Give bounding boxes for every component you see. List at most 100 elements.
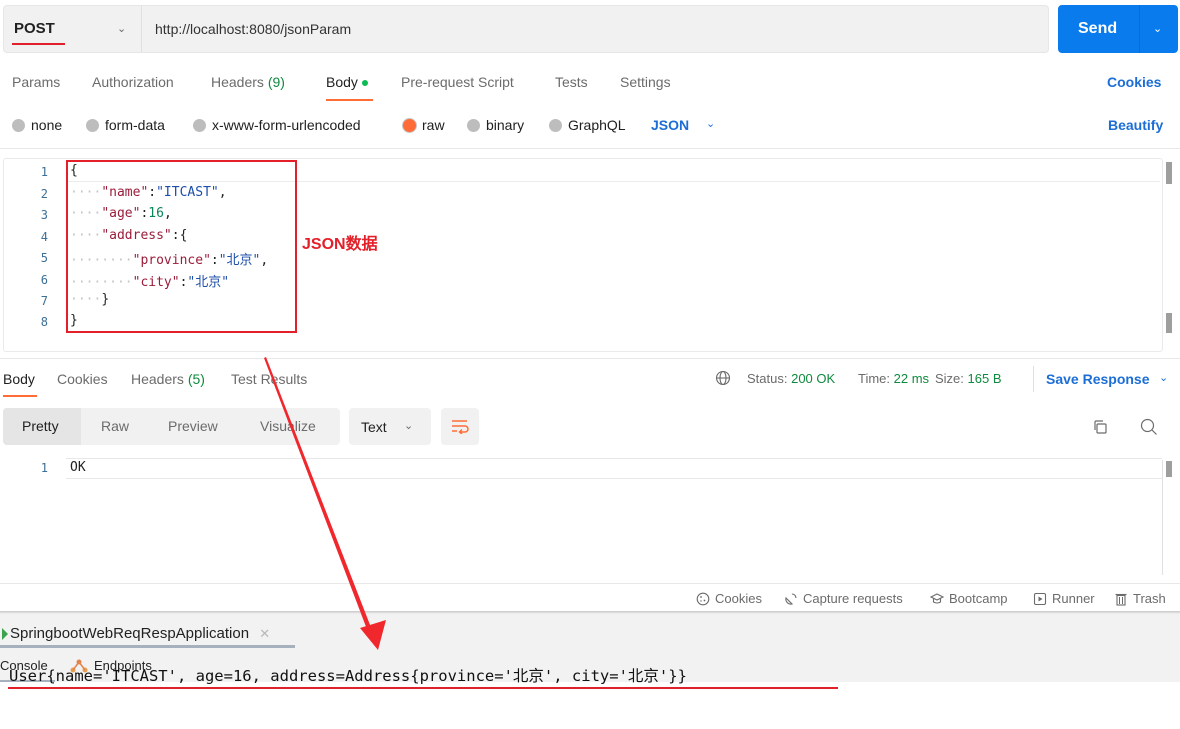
radio-label: GraphQL [568, 117, 626, 133]
search-icon[interactable] [1140, 418, 1158, 441]
radio-selected-icon [403, 118, 416, 132]
line-number: 2 [40, 187, 48, 201]
radio-none[interactable]: none [12, 117, 62, 133]
divider [66, 458, 1162, 459]
tab-params[interactable]: Params [12, 74, 60, 90]
chevron-down-icon[interactable]: ⌄ [117, 22, 126, 35]
arrow-shaft [264, 357, 372, 632]
spring-run-icon [2, 628, 8, 640]
active-tab-underline [3, 395, 37, 397]
radio-x-www-form-urlencoded[interactable]: x-www-form-urlencoded [193, 117, 361, 133]
response-time: Time: 22 ms [858, 371, 929, 386]
run-tab-label: SpringbootWebReqRespApplication [10, 625, 250, 642]
status-label: Status: [747, 371, 788, 386]
footer-bootcamp-label: Bootcamp [949, 591, 1008, 606]
chevron-down-icon[interactable]: ⌄ [404, 419, 413, 432]
method-select[interactable]: POST [14, 20, 55, 37]
tab-pre-request-script[interactable]: Pre-request Script [401, 74, 514, 90]
size-value: 165 B [967, 371, 1002, 386]
radio-icon [467, 118, 480, 132]
body-indicator-dot [361, 80, 368, 87]
response-format-label[interactable]: Text [361, 419, 387, 435]
cookie-icon [696, 592, 710, 605]
active-tab-underline [326, 99, 373, 101]
save-response-button[interactable]: Save Response [1046, 371, 1150, 387]
cookies-link[interactable]: Cookies [1107, 74, 1161, 90]
satellite-icon [785, 592, 797, 605]
view-preview[interactable]: Preview [168, 418, 218, 434]
footer-capture-requests[interactable]: Capture requests [784, 591, 903, 606]
line-number: 5 [40, 251, 48, 265]
radio-label: form-data [105, 117, 165, 133]
graduation-cap-icon [930, 592, 944, 604]
scrollbar-track [1162, 460, 1163, 575]
divider [66, 478, 1162, 479]
footer-bootcamp[interactable]: Bootcamp [930, 591, 1008, 606]
size-label: Size: [935, 371, 964, 386]
radio-icon [86, 118, 99, 132]
response-tab-body[interactable]: Body [3, 371, 35, 387]
tab-body[interactable]: Body [326, 74, 368, 90]
wrap-lines-icon[interactable] [451, 418, 469, 439]
response-line-number: 1 [40, 461, 48, 475]
radio-icon [193, 118, 206, 132]
copy-icon[interactable] [1092, 419, 1108, 440]
line-number: 3 [40, 208, 48, 222]
radio-form-data[interactable]: form-data [86, 117, 165, 133]
runner-icon [1033, 592, 1047, 605]
tab-headers[interactable]: Headers (9) [211, 74, 285, 90]
tab-body-label: Body [326, 74, 358, 90]
divider [1033, 366, 1034, 392]
editor-scrollbar-thumb[interactable] [1166, 313, 1172, 333]
footer-trash-label: Trash [1133, 591, 1166, 606]
footer-runner[interactable]: Runner [1033, 591, 1095, 606]
headers-count: (9) [267, 74, 285, 90]
response-scrollbar-thumb[interactable] [1166, 461, 1172, 477]
view-visualize[interactable]: Visualize [260, 418, 316, 434]
beautify-link[interactable]: Beautify [1108, 117, 1163, 133]
response-tab-cookies[interactable]: Cookies [57, 371, 108, 387]
response-status: Status: 200 OK [747, 371, 835, 386]
radio-binary[interactable]: binary [467, 117, 524, 133]
chevron-down-icon[interactable]: ⌄ [706, 117, 715, 130]
chevron-down-icon[interactable]: ⌄ [1159, 371, 1168, 384]
send-options-chevron-icon[interactable]: ⌄ [1153, 22, 1162, 35]
line-number: 8 [40, 315, 48, 329]
line-number: 4 [40, 230, 48, 244]
annotation-label: JSON数据 [302, 236, 378, 253]
pane-divider[interactable] [0, 358, 1180, 359]
close-icon[interactable]: ✕ [259, 626, 270, 641]
divider [141, 6, 142, 52]
url-input[interactable]: http://localhost:8080/jsonParam [155, 21, 351, 37]
line-number: 6 [40, 273, 48, 287]
globe-icon[interactable] [715, 370, 731, 391]
editor-scrollbar-top[interactable] [1166, 162, 1172, 184]
tab-authorization[interactable]: Authorization [92, 74, 174, 90]
line-number: 7 [40, 294, 48, 308]
radio-raw[interactable]: raw [403, 117, 445, 133]
view-pretty[interactable]: Pretty [22, 418, 59, 434]
footer-capture-label: Capture requests [803, 591, 903, 606]
trash-icon [1115, 593, 1127, 606]
time-label: Time: [858, 371, 891, 386]
tab-tests[interactable]: Tests [555, 74, 588, 90]
console-output-area[interactable] [0, 682, 1180, 729]
response-body-text[interactable]: OK [70, 460, 86, 475]
footer-cookies[interactable]: Cookies [696, 591, 762, 606]
response-tab-test-results[interactable]: Test Results [231, 371, 307, 387]
run-tab[interactable]: SpringbootWebReqRespApplication ✕ [2, 625, 270, 642]
footer-trash[interactable]: Trash [1114, 591, 1166, 606]
footer-runner-label: Runner [1052, 591, 1095, 606]
format-select[interactable]: JSON [651, 117, 689, 133]
method-annotation-underline [12, 43, 65, 45]
time-value: 22 ms [893, 371, 930, 386]
console-output-text: User{name='ITCAST', age=16, address=Addr… [9, 667, 687, 685]
response-size: Size: 165 B [935, 371, 1002, 386]
tab-settings[interactable]: Settings [620, 74, 671, 90]
radio-label: none [31, 117, 63, 133]
response-tab-headers[interactable]: Headers (5) [131, 371, 205, 387]
footer-cookies-label: Cookies [715, 591, 762, 606]
radio-graphql[interactable]: GraphQL [549, 117, 626, 133]
view-raw[interactable]: Raw [101, 418, 129, 434]
send-button-label[interactable]: Send [1078, 20, 1117, 38]
